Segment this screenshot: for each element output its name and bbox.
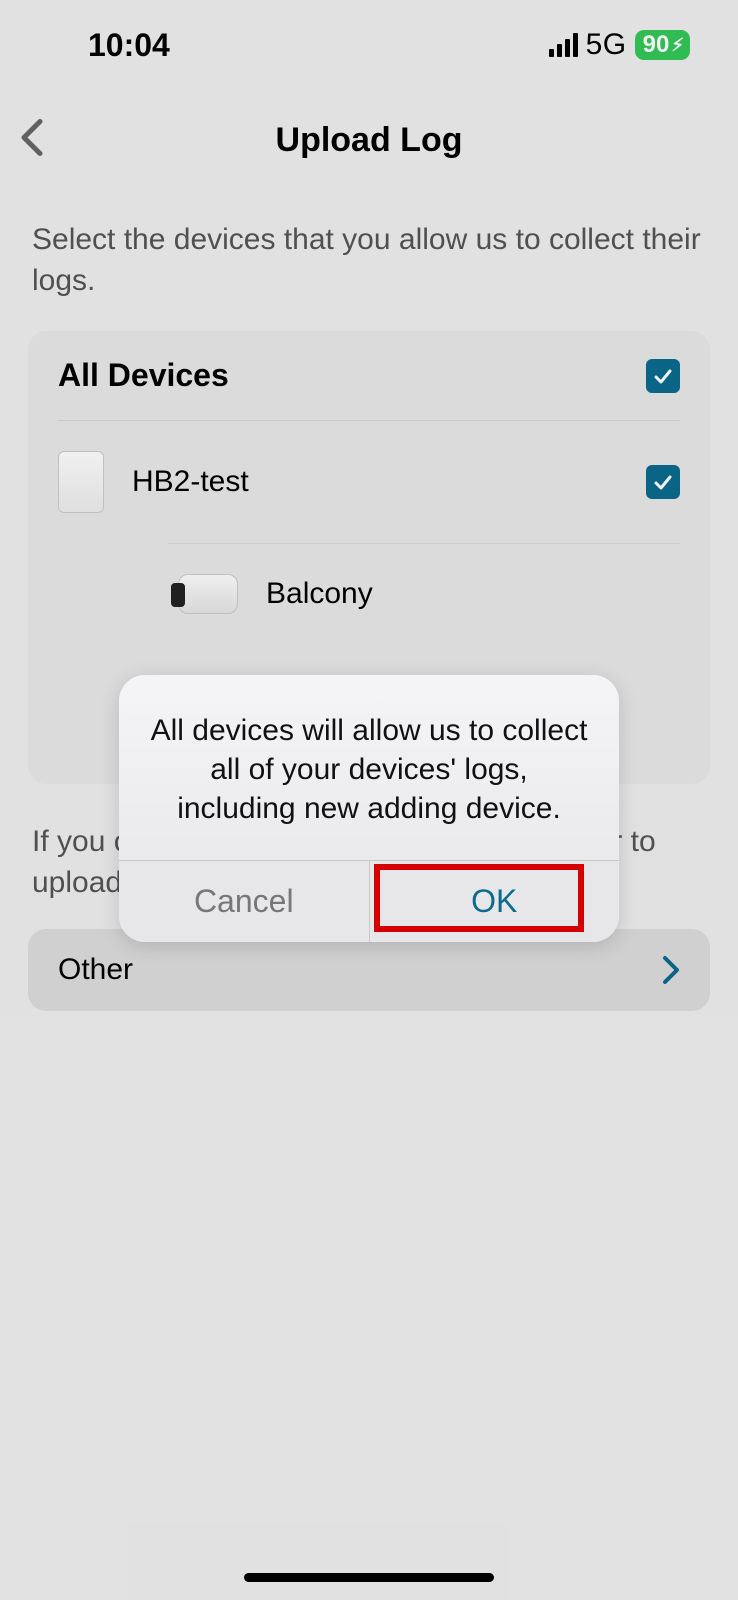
ok-button[interactable]: OK xyxy=(370,861,620,942)
alert-message: All devices will allow us to collect all… xyxy=(119,675,619,860)
alert-dialog: All devices will allow us to collect all… xyxy=(119,675,619,942)
alert-buttons: Cancel OK xyxy=(119,860,619,942)
home-indicator xyxy=(244,1573,494,1582)
cancel-button[interactable]: Cancel xyxy=(119,861,370,942)
